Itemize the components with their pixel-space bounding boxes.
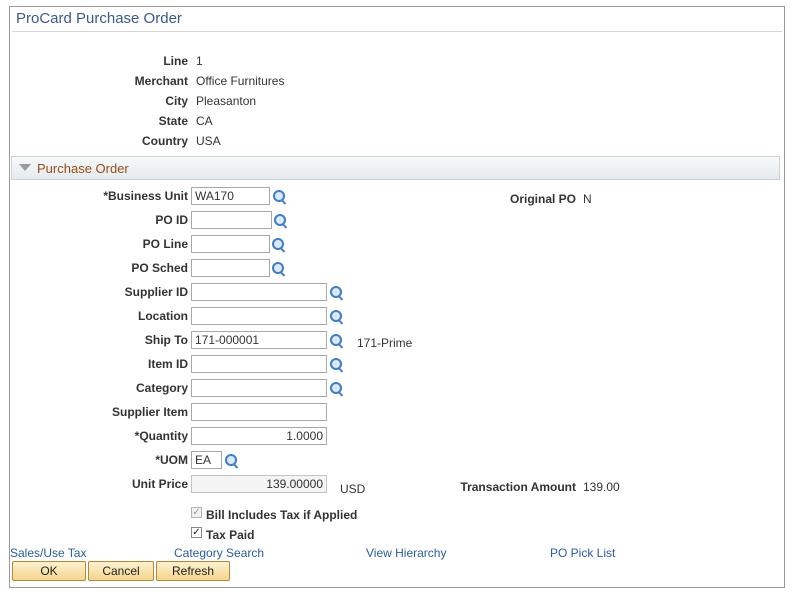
collapse-arrow-icon[interactable] [19, 164, 31, 171]
country-value: USA [196, 134, 221, 148]
po-id-lookup-icon[interactable] [274, 214, 288, 229]
supplier-id-label: Supplier ID [124, 285, 188, 299]
po-sched-lookup-icon[interactable] [272, 262, 286, 277]
unit-price-label: Unit Price [131, 477, 188, 491]
merchant-value: Office Furnitures [196, 74, 285, 88]
po-sched-label: PO Sched [131, 261, 188, 275]
location-lookup-icon[interactable] [330, 310, 344, 325]
city-value: Pleasanton [196, 94, 257, 108]
transaction-amount-label: Transaction Amount [460, 480, 576, 494]
item-id-label: Item ID [147, 357, 188, 371]
business-unit-label: *Business Unit [103, 189, 188, 203]
ship-to-label: Ship To [144, 333, 188, 347]
page-title: ProCard Purchase Order [16, 10, 182, 27]
line-label: Line [163, 54, 188, 68]
state-label: State [158, 114, 188, 128]
ship-to-description: 171-Prime [357, 336, 413, 350]
quantity-input[interactable]: 1.0000 [191, 427, 327, 445]
original-po-value: N [583, 192, 592, 206]
supplier-id-input[interactable] [191, 283, 327, 301]
ship-to-lookup-icon[interactable] [330, 334, 344, 349]
po-sched-input[interactable] [191, 259, 270, 277]
original-po-label: Original PO [509, 192, 576, 206]
uom-input[interactable]: EA [191, 451, 222, 469]
location-label: Location [138, 309, 188, 323]
tax-paid-checkbox[interactable]: ✓ [191, 527, 202, 538]
ship-to-input[interactable]: 171-000001 [191, 331, 327, 349]
quantity-label: *Quantity [134, 429, 188, 443]
business-unit-input[interactable]: WA170 [191, 187, 270, 205]
country-label: Country [142, 134, 188, 148]
po-id-input[interactable] [191, 211, 272, 229]
location-input[interactable] [191, 307, 327, 325]
bill-includes-tax-checkbox[interactable]: ✓ [191, 507, 202, 518]
uom-label: *UOM [155, 453, 188, 467]
sales-use-tax-link[interactable]: Sales/Use Tax [10, 546, 86, 560]
transaction-amount-value: 139.00 [583, 480, 620, 494]
bill-includes-tax-label: Bill Includes Tax if Applied [206, 508, 358, 522]
category-search-link[interactable]: Category Search [174, 546, 264, 560]
unit-price-input[interactable]: 139.00000 [191, 475, 327, 493]
item-id-lookup-icon[interactable] [330, 358, 344, 373]
state-value: CA [196, 114, 213, 128]
purchase-order-section-header[interactable]: Purchase Order [11, 156, 780, 180]
category-label: Category [135, 381, 188, 395]
line-value: 1 [196, 54, 203, 68]
po-id-label: PO ID [155, 213, 188, 227]
title-divider [12, 31, 782, 32]
po-pick-list-link[interactable]: PO Pick List [550, 546, 615, 560]
merchant-label: Merchant [134, 74, 188, 88]
supplier-item-label: Supplier Item [111, 405, 188, 419]
tax-paid-label: Tax Paid [206, 528, 255, 542]
section-title: Purchase Order [37, 161, 129, 176]
po-line-input[interactable] [191, 235, 270, 253]
category-lookup-icon[interactable] [330, 382, 344, 397]
item-id-input[interactable] [191, 355, 327, 373]
supplier-item-input[interactable] [191, 403, 327, 421]
supplier-id-lookup-icon[interactable] [330, 286, 344, 301]
po-line-lookup-icon[interactable] [272, 238, 286, 253]
category-input[interactable] [191, 379, 327, 397]
refresh-button[interactable]: Refresh [156, 561, 230, 581]
po-line-label: PO Line [142, 237, 188, 251]
cancel-button[interactable]: Cancel [88, 561, 154, 581]
city-label: City [165, 94, 188, 108]
currency-code: USD [340, 482, 366, 496]
ok-button[interactable]: OK [12, 561, 86, 581]
business-unit-lookup-icon[interactable] [273, 190, 287, 205]
uom-lookup-icon[interactable] [225, 454, 239, 469]
view-hierarchy-link[interactable]: View Hierarchy [366, 546, 446, 560]
